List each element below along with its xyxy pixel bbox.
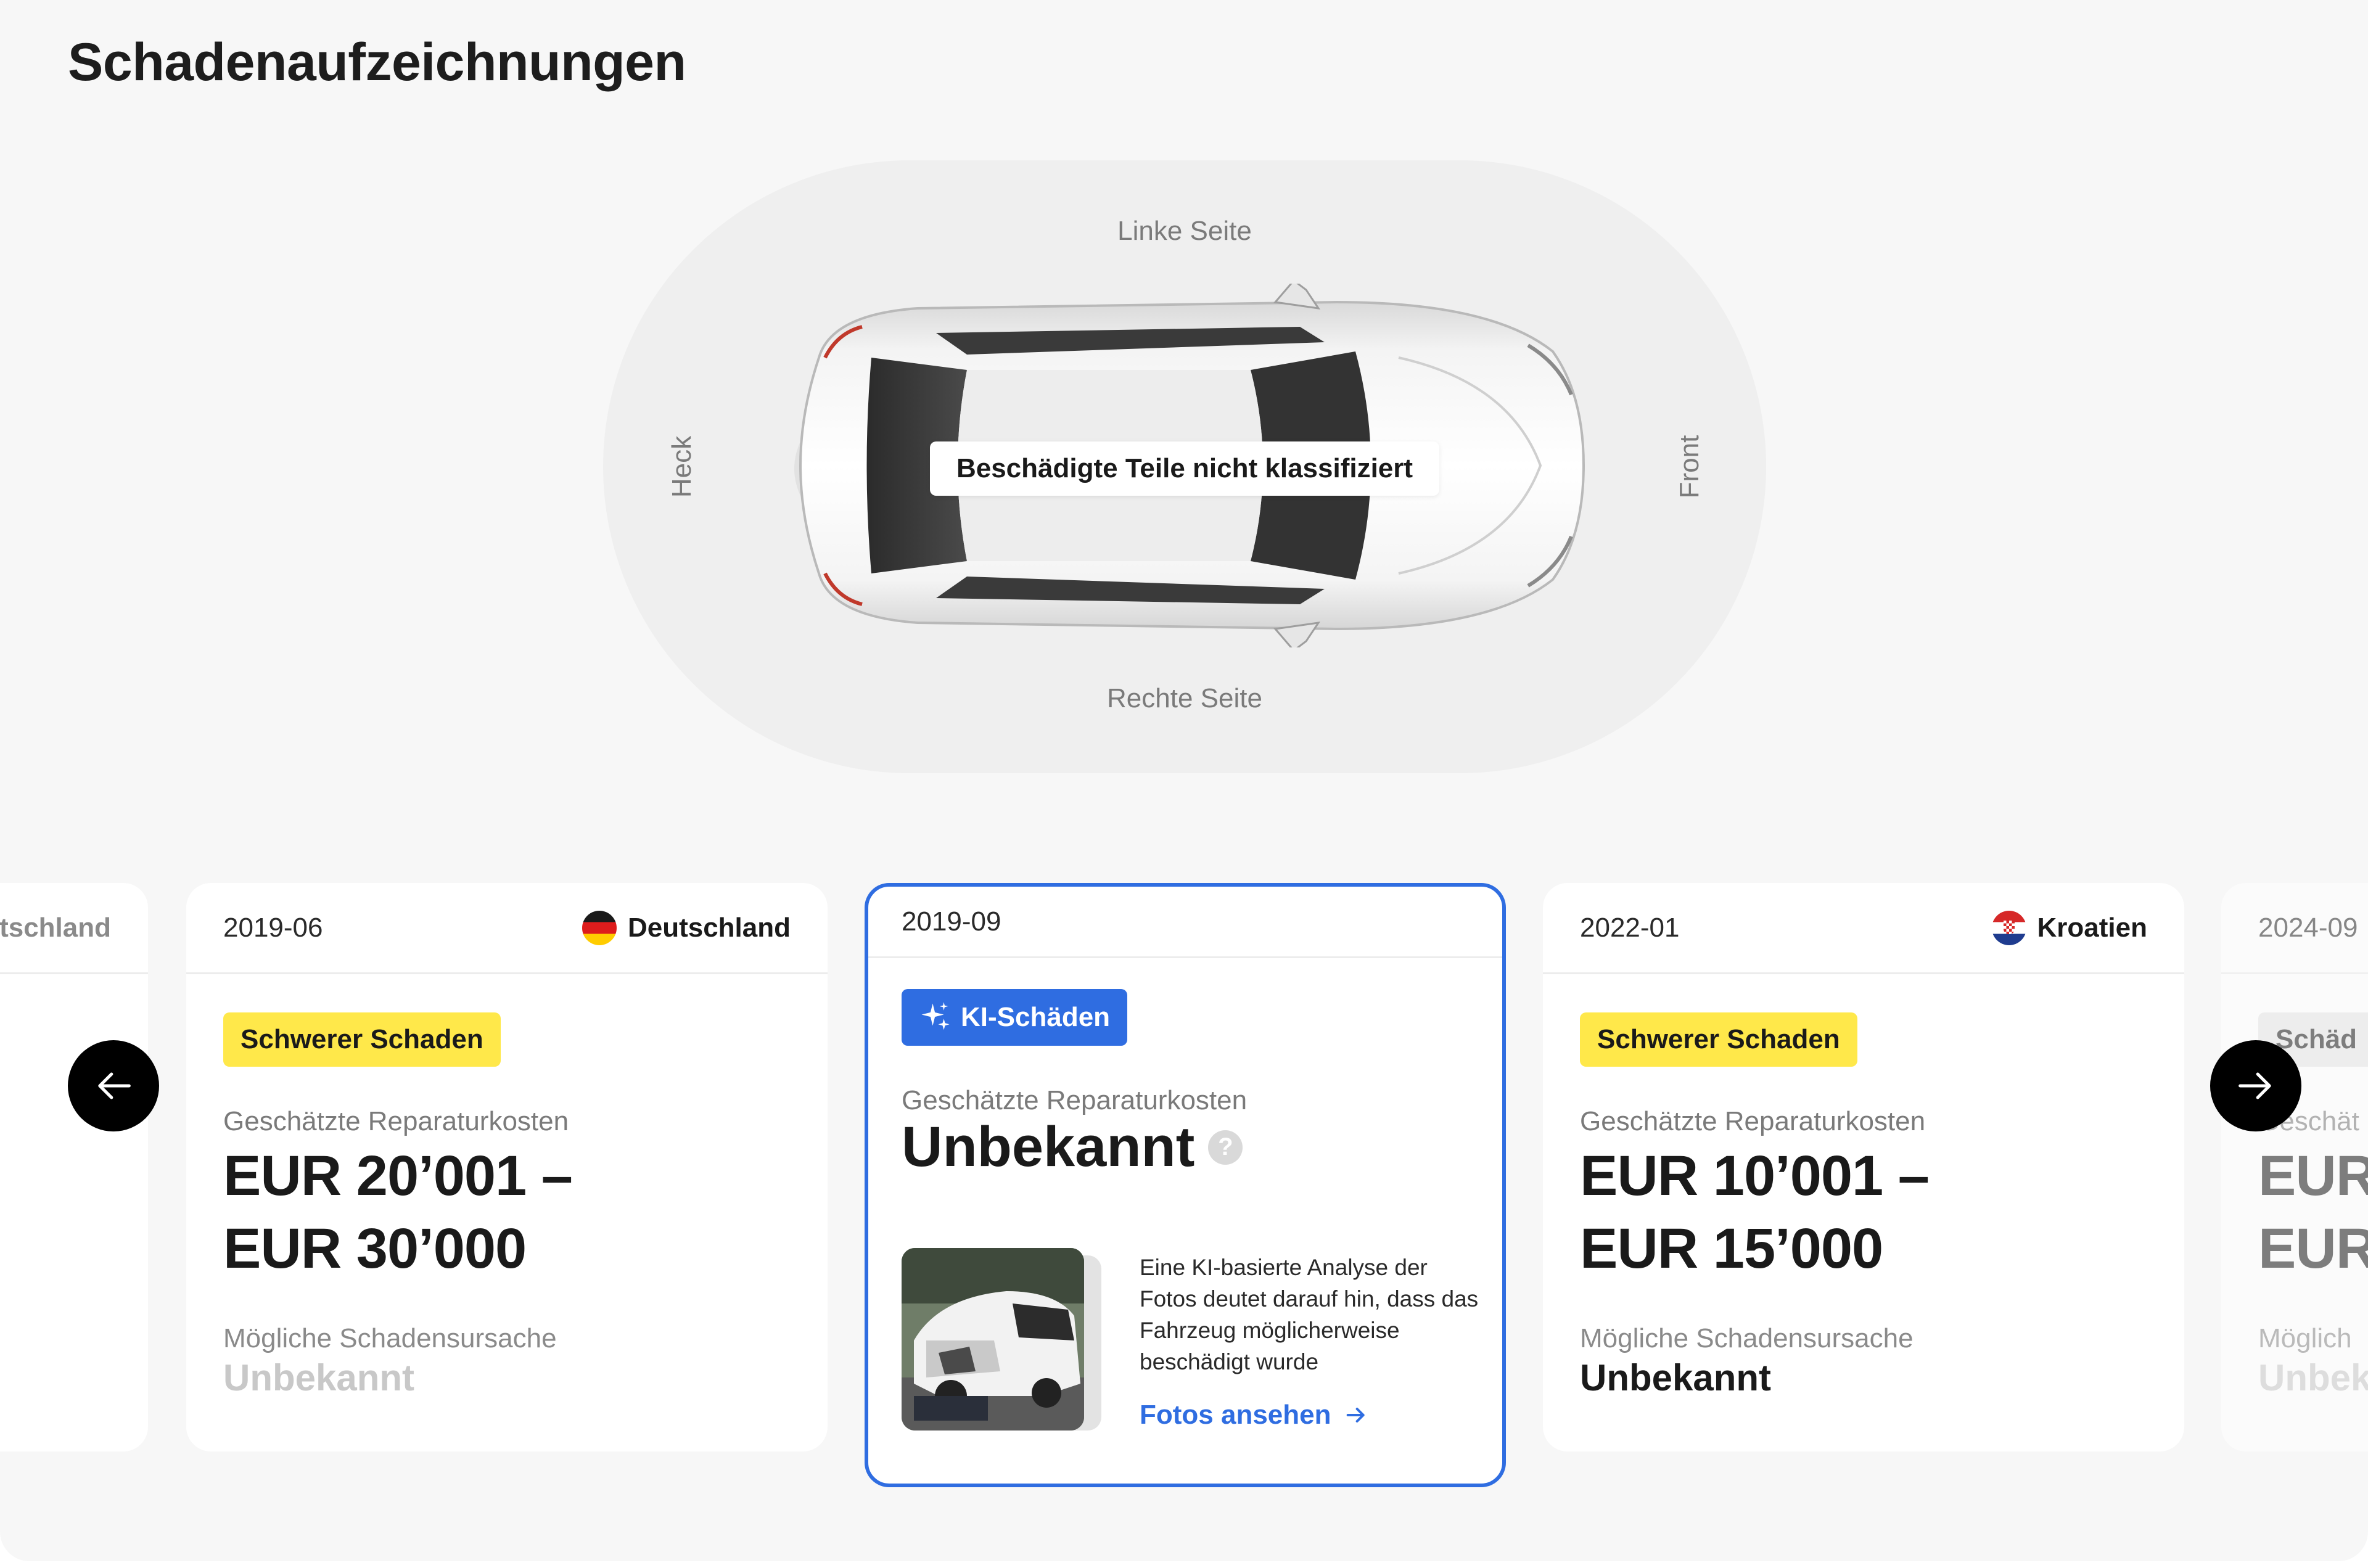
card-country: Deutschland xyxy=(0,913,111,943)
sparkles-icon xyxy=(921,1002,950,1030)
damage-status-chip: Beschädigte Teile nicht klassifiziert xyxy=(930,441,1439,496)
severity-badge: Schwerer Schaden xyxy=(1580,1012,1857,1067)
view-photos-link-label: Fotos ansehen xyxy=(1140,1400,1331,1430)
repair-cost-label: Geschätzte Reparaturkosten xyxy=(902,1085,1248,1115)
repair-cost-value: Unbekannt ? xyxy=(902,1115,1243,1180)
arrow-left-icon xyxy=(98,1072,131,1099)
arrow-right-icon xyxy=(1346,1408,1365,1422)
damage-card-2022-01[interactable]: 2022-01 Kroatien Schwerer Schaden Geschä… xyxy=(1543,883,2184,1451)
repair-cost-value: EUR 20’001 – EUR 30’000 xyxy=(223,1139,573,1285)
card-country-name: Deutschland xyxy=(0,912,111,943)
repair-cost-value: EUR 10’001 – EUR 15’000 xyxy=(1580,1139,1930,1285)
germany-flag-icon xyxy=(582,910,617,945)
damage-records-panel: Schadenaufzeichnungen Linke Seite Rechte… xyxy=(0,0,2368,1561)
damage-cause-value: Unbekannt xyxy=(223,1357,415,1398)
carousel-prev-button[interactable] xyxy=(68,1040,159,1131)
croatia-flag-icon xyxy=(1991,910,2026,945)
damage-cause-label: Möglich xyxy=(2258,1323,2352,1353)
severity-badge: Schwerer Schaden xyxy=(223,1012,501,1067)
page-title: Schadenaufzeichnungen xyxy=(68,33,686,92)
repair-cost-value: EUR EUR xyxy=(2258,1139,2368,1285)
repair-cost-line-1: EUR 20’001 – xyxy=(223,1144,573,1207)
label-front: Front xyxy=(1674,435,1704,499)
ai-damage-badge-label: KI-Schäden xyxy=(961,1002,1111,1032)
damage-photo-stack[interactable] xyxy=(902,1248,1105,1433)
ai-damage-badge: KI-Schäden xyxy=(902,989,1128,1046)
damage-card-previous[interactable]: Deutschland xyxy=(0,883,148,1451)
damage-cause-value: Unbek xyxy=(2258,1357,2368,1398)
repair-cost-line-2: EUR xyxy=(2258,1217,2368,1280)
damaged-car-thumbnail xyxy=(902,1248,1084,1430)
arrow-right-icon xyxy=(2238,1072,2271,1099)
damage-cause-value: Unbekannt xyxy=(1580,1357,1772,1398)
repair-cost-label: Geschätzte Reparaturkosten xyxy=(223,1106,569,1136)
ai-analysis-description: Eine KI-basierte Analyse der Fotos deute… xyxy=(1140,1255,1479,1374)
label-right-side: Rechte Seite xyxy=(1107,683,1262,713)
card-country-name: Kroatien xyxy=(2037,912,2147,943)
repair-cost-line-1: EUR xyxy=(2258,1144,2368,1207)
repair-cost-line-2: EUR 30’000 xyxy=(223,1217,527,1280)
card-date: 2022-01 xyxy=(1580,912,1680,943)
card-date: 2019-06 xyxy=(223,912,323,943)
damaged-car-photo[interactable] xyxy=(902,1248,1084,1430)
repair-cost-line-2: EUR 15’000 xyxy=(1580,1217,1883,1280)
card-country: Deutschland xyxy=(582,910,791,945)
repair-cost-label: Geschätzte Reparaturkosten xyxy=(1580,1106,1926,1136)
damage-card-2019-06[interactable]: 2019-06 Deutschland Schwerer Schaden Ges… xyxy=(186,883,828,1451)
carousel-next-button[interactable] xyxy=(2210,1040,2301,1131)
damage-card-next[interactable]: 2024-09 Schäd Geschät EUR EUR Möglich Un… xyxy=(2221,883,2368,1451)
card-country: Kroatien xyxy=(1991,910,2147,945)
car-damage-diagram: Linke Seite Rechte Seite Heck Front Besc… xyxy=(603,160,1766,773)
damage-cause-label: Mögliche Schadensursache xyxy=(1580,1323,1914,1353)
damage-cause-label: Mögliche Schadensursache xyxy=(223,1323,557,1353)
card-date: 2019-09 xyxy=(902,906,1001,937)
card-date: 2024-09 xyxy=(2258,912,2358,943)
repair-cost-line-1: EUR 10’001 – xyxy=(1580,1144,1930,1207)
label-rear: Heck xyxy=(667,435,697,498)
repair-cost-value-text: Unbekannt xyxy=(902,1115,1195,1178)
label-left-side: Linke Seite xyxy=(1117,216,1252,246)
view-photos-link[interactable]: Fotos ansehen xyxy=(1140,1400,1368,1430)
question-icon[interactable]: ? xyxy=(1208,1130,1243,1165)
card-country-name: Deutschland xyxy=(627,912,791,943)
damage-card-2019-09[interactable]: 2019-09 KI-Schäden Geschätzte Reparaturk… xyxy=(865,883,1506,1487)
